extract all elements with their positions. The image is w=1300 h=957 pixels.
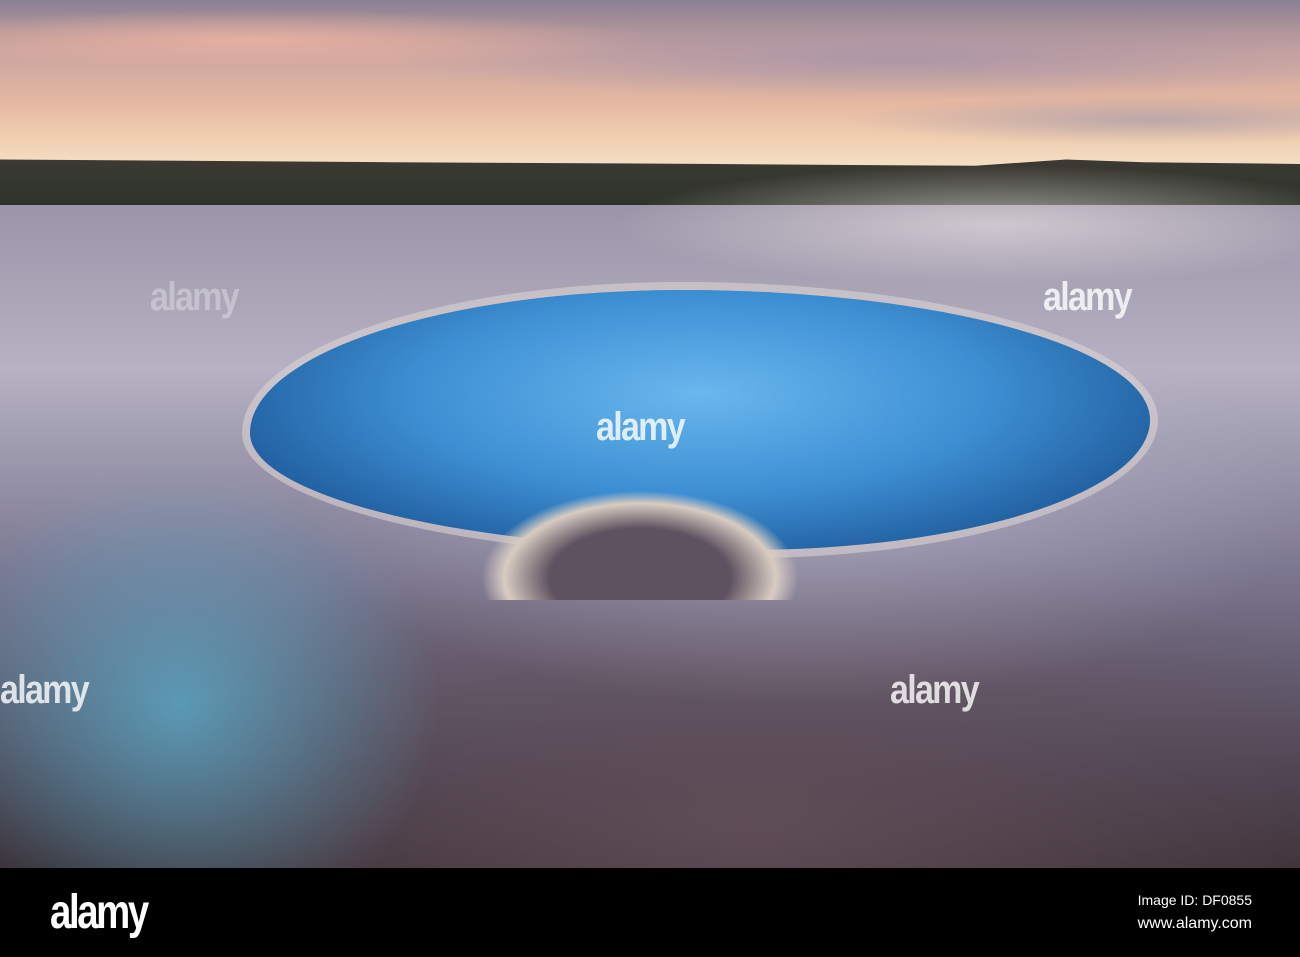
watermark: alamy [1043, 275, 1133, 319]
watermark: alamy [890, 668, 980, 712]
sky-clouds [0, 0, 1300, 170]
photo: alamy alamy alamy alamy alamy [0, 0, 1300, 868]
watermark: alamy [596, 405, 686, 449]
watermark: alamy [150, 275, 240, 319]
watermark: alamy [0, 668, 90, 712]
steam [540, 150, 1300, 300]
alamy-logo: alamy [50, 886, 149, 939]
website-link[interactable]: www.alamy.com [1138, 915, 1252, 933]
mineral-crust [480, 490, 800, 600]
image-id: Image ID: DF0855 [1137, 892, 1252, 908]
